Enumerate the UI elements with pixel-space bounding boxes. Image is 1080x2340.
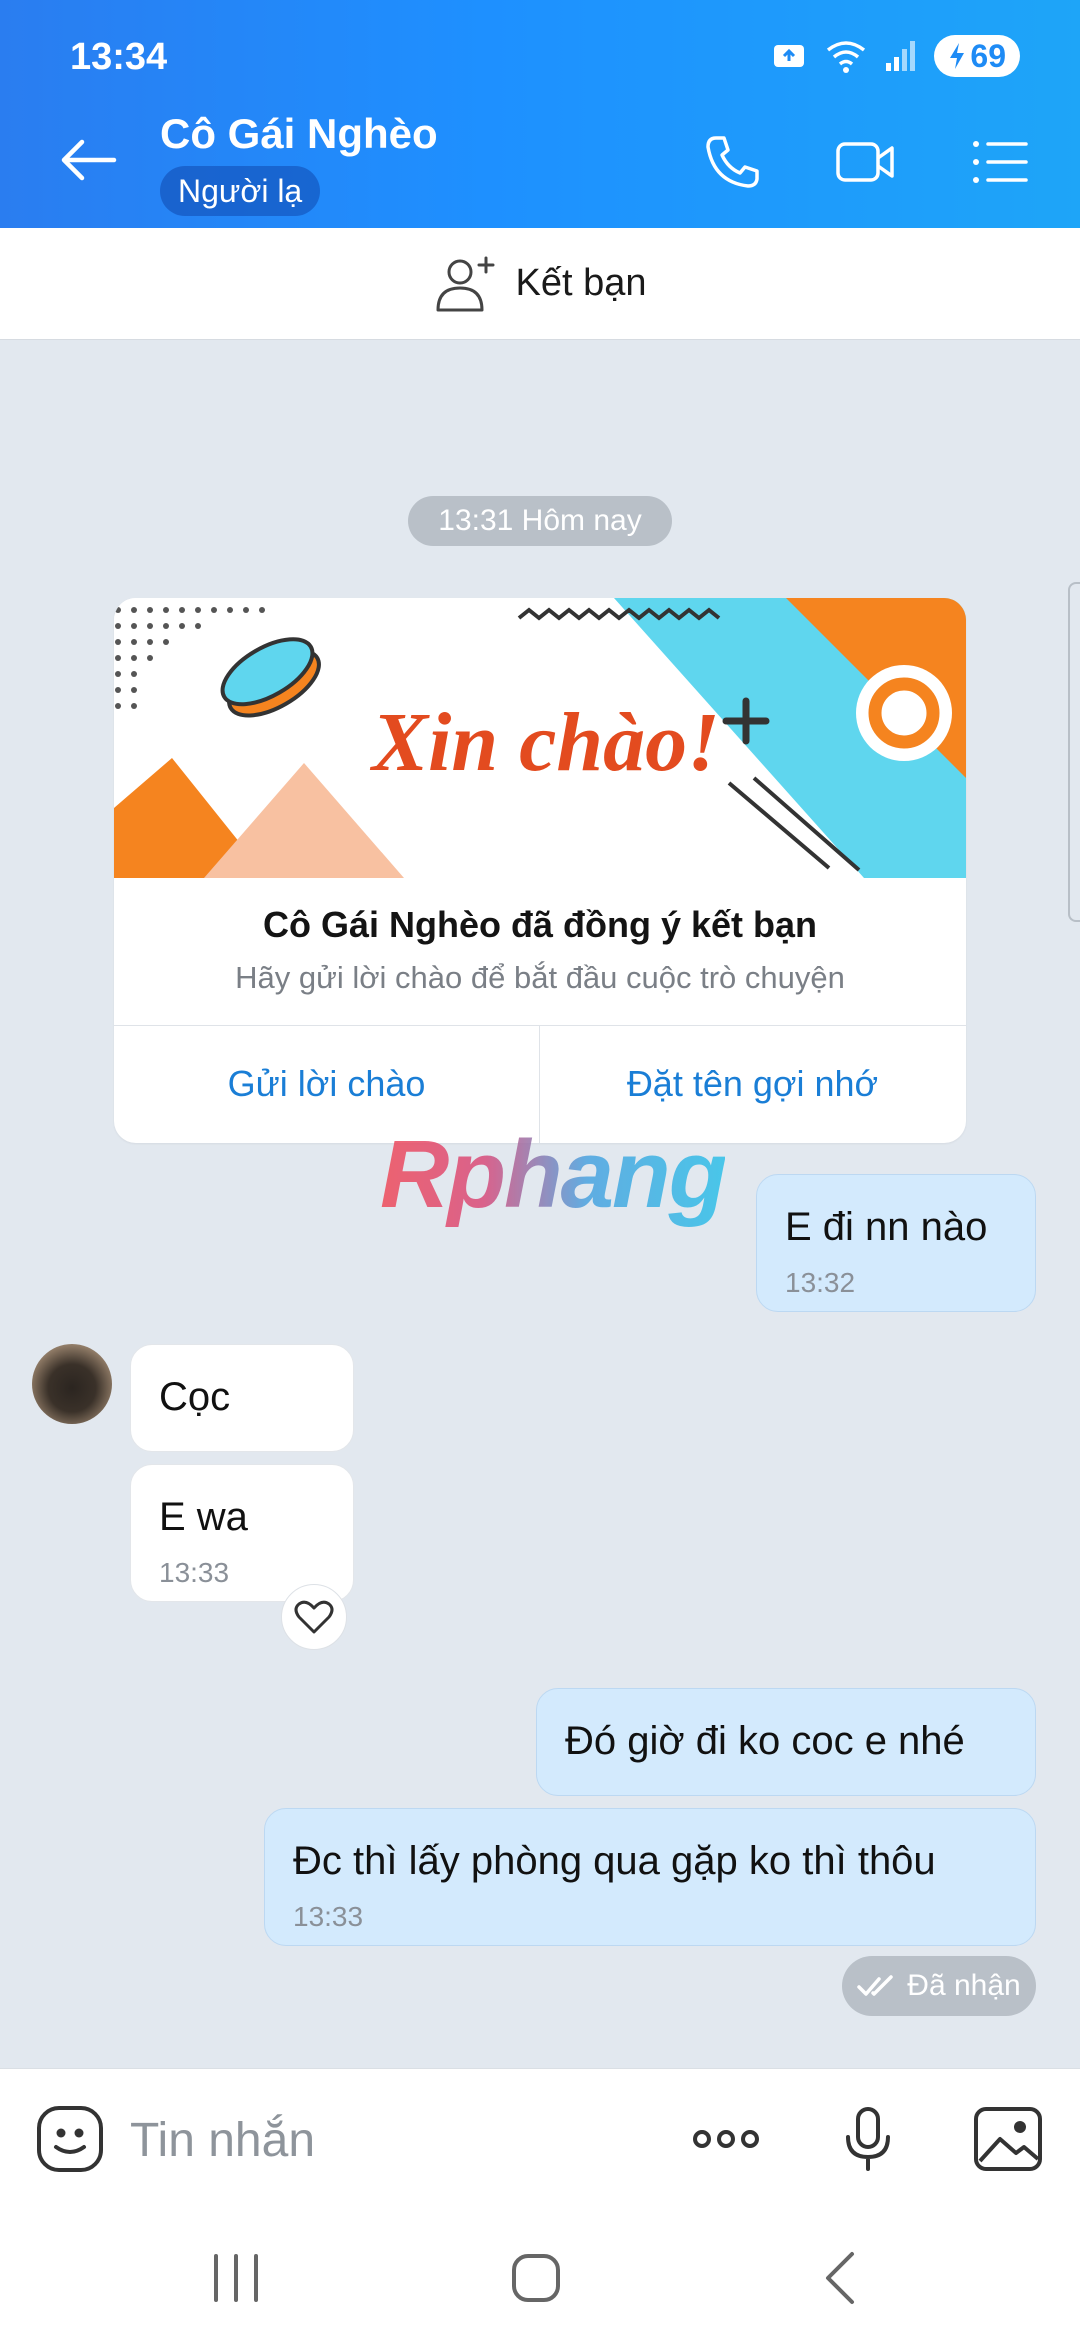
message-text: Đó giờ đi ko coc e nhé <box>565 1719 965 1763</box>
friend-accepted-card: Xin chào! Cô Gái Nghèo đã đồng ý kết bạn… <box>114 598 966 1143</box>
contact-avatar[interactable] <box>32 1344 112 1424</box>
more-options-icon[interactable] <box>690 2103 762 2175</box>
status-icons: 69 <box>772 34 1020 78</box>
message-input[interactable]: Tin nhắn <box>130 2113 315 2168</box>
chat-header: 13:34 69 Cô Gái Nghèo Người lạ <box>0 0 1080 228</box>
notification-icon <box>774 45 805 67</box>
message-input-bar: Tin nhắn <box>0 2068 1080 2208</box>
wifi-icon <box>827 41 866 73</box>
battery-charging-icon <box>950 43 965 69</box>
battery-level: 69 <box>970 37 1006 74</box>
message-text: Cọc <box>159 1375 231 1419</box>
system-nav-bar <box>0 2208 1080 2340</box>
message-time: 13:32 <box>785 1267 856 1298</box>
scroll-handle[interactable] <box>1068 582 1080 922</box>
sticker-icon[interactable] <box>34 2103 106 2175</box>
menu-list-icon[interactable] <box>968 130 1032 194</box>
home-icon[interactable] <box>506 2248 566 2308</box>
message-bubble-received[interactable]: Cọc <box>130 1344 354 1452</box>
contact-name[interactable]: Cô Gái Nghèo <box>160 110 438 158</box>
add-friend-label: Kết bạn <box>515 262 647 304</box>
watermark: Rphang <box>380 1121 727 1228</box>
delivery-status: Đã nhận <box>842 1956 1036 2016</box>
double-check-icon <box>857 1975 894 1996</box>
signal-icon <box>886 41 916 71</box>
image-icon[interactable] <box>972 2103 1044 2175</box>
message-bubble-sent[interactable]: Đó giờ đi ko coc e nhé <box>536 1688 1036 1796</box>
message-text: E đi nn nào <box>785 1205 988 1249</box>
add-friend-button[interactable]: Kết bạn <box>0 228 1080 340</box>
react-heart-button[interactable] <box>281 1584 347 1650</box>
message-bubble-received[interactable]: E wa 13:33 <box>130 1464 354 1602</box>
greeting-banner: Xin chào! <box>114 598 966 878</box>
message-bubble-sent[interactable]: E đi nn nào 13:32 <box>756 1174 1036 1312</box>
message-text: Đc thì lấy phòng qua gặp ko thì thôu <box>293 1839 936 1883</box>
stranger-badge: Người lạ <box>160 166 321 216</box>
delivery-status-label: Đã nhận <box>907 1969 1021 2002</box>
microphone-icon[interactable] <box>832 2103 904 2175</box>
card-title: Cô Gái Nghèo đã đồng ý kết bạn <box>262 904 818 945</box>
status-time: 13:34 <box>70 36 168 78</box>
time-separator: 13:31 Hôm nay <box>408 496 672 546</box>
recent-apps-icon[interactable] <box>206 2248 266 2308</box>
card-subtitle: Hãy gửi lời chào để bắt đầu cuộc trò chu… <box>235 960 845 995</box>
battery-indicator: 69 <box>934 35 1020 77</box>
message-time: 13:33 <box>293 1901 364 1932</box>
greeting-banner-text: Xin chào! <box>369 696 720 789</box>
message-time: 13:33 <box>159 1557 230 1588</box>
add-user-icon <box>436 256 494 311</box>
back-icon[interactable] <box>812 2248 872 2308</box>
video-call-icon[interactable] <box>834 130 898 194</box>
heart-icon <box>294 1600 334 1634</box>
message-text: E wa <box>159 1495 248 1539</box>
message-bubble-sent[interactable]: Đc thì lấy phòng qua gặp ko thì thôu 13:… <box>264 1808 1036 1946</box>
phone-icon[interactable] <box>700 130 764 194</box>
back-arrow-icon[interactable] <box>56 130 120 190</box>
